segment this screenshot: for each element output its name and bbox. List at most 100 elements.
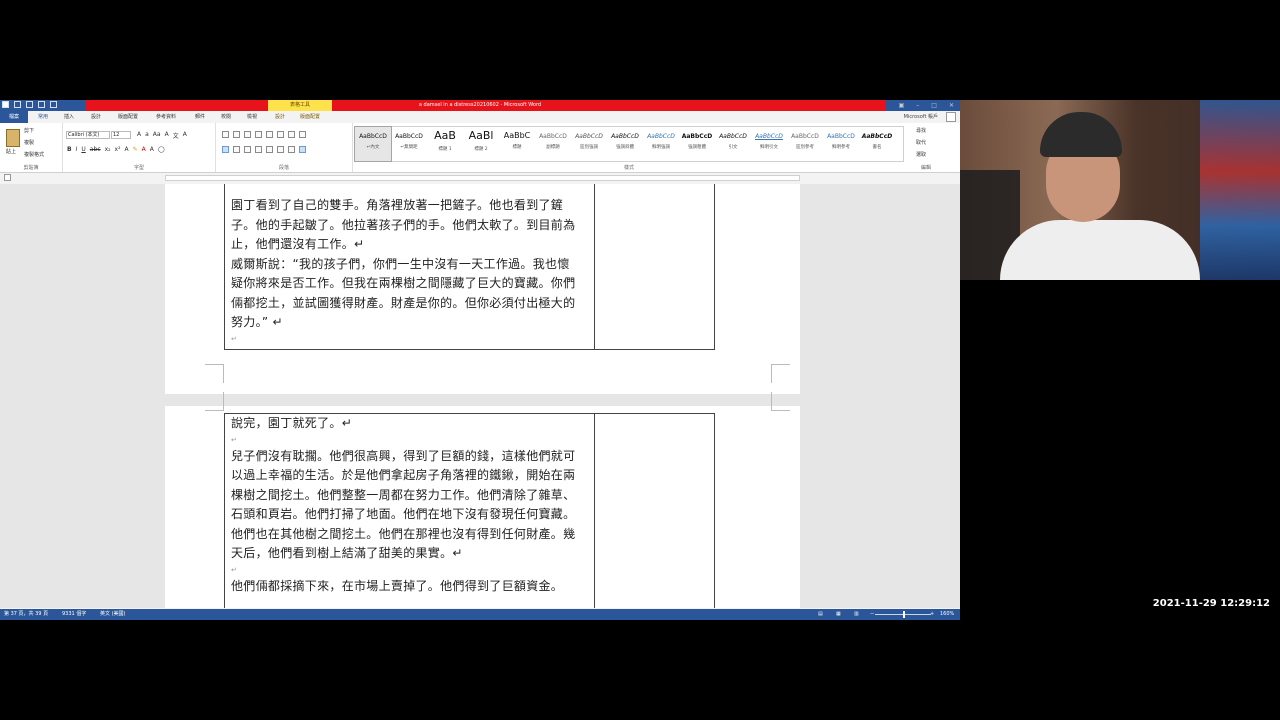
align-center-icon[interactable] [233, 146, 240, 153]
maximize-icon[interactable]: □ [931, 100, 937, 111]
find-button[interactable]: 尋找 [916, 127, 926, 134]
style-item[interactable]: AaBbCcD 書名 [859, 127, 895, 161]
select-button[interactable]: 選取 [916, 151, 926, 158]
style-item[interactable]: AaBbCcD 鮮明參考 [823, 127, 859, 161]
tab-view[interactable]: 檢視 [247, 111, 257, 123]
superscript-icon[interactable]: x² [115, 146, 121, 153]
numbering-icon[interactable] [233, 131, 240, 138]
asian-layout-icon[interactable] [277, 131, 284, 138]
shading-icon[interactable] [288, 146, 295, 153]
redo-icon[interactable] [50, 101, 57, 108]
highlight-icon[interactable]: ✎ [133, 146, 138, 153]
tab-references[interactable]: 參考資料 [156, 111, 176, 123]
borders-icon[interactable] [299, 146, 306, 153]
phonetic-guide-icon[interactable]: 文 [173, 131, 179, 140]
table-cell-text[interactable]: 園丁看到了自己的雙手。角落裡放著一把鏟子。他也看到了鏟子。他的手起皺了。他拉著孩… [231, 196, 581, 346]
web-layout-icon[interactable]: ▥ [854, 609, 859, 620]
style-item[interactable]: AaBl 標題 2 [463, 127, 499, 161]
clear-format-icon[interactable]: A [165, 131, 169, 140]
style-name: ↵無間距 [400, 145, 418, 150]
format-painter-button[interactable]: 複製格式 [24, 151, 44, 158]
multilevel-list-icon[interactable] [244, 131, 251, 138]
bold-icon[interactable]: B [67, 146, 72, 153]
word-count[interactable]: 9331 個字 [62, 609, 86, 620]
enclose-characters-icon[interactable]: ◯ [158, 146, 165, 153]
read-mode-icon[interactable]: ▤ [818, 609, 823, 620]
tab-file[interactable]: 檔案 [0, 111, 28, 123]
grow-font-icon[interactable]: A [137, 131, 141, 140]
style-item[interactable]: AaBbCcD 鮮明引文 [751, 127, 787, 161]
table[interactable]: 園丁看到了自己的雙手。角落裡放著一把鏟子。他也看到了鏟子。他的手起皺了。他拉著孩… [224, 184, 715, 350]
style-item[interactable]: AaBbCcD ↵內文 [354, 126, 392, 162]
style-item[interactable]: AaBbCcD 強調粗體 [679, 127, 715, 161]
minimize-icon[interactable]: – [916, 100, 919, 111]
replace-button[interactable]: 取代 [916, 139, 926, 146]
bullets-icon[interactable] [222, 131, 229, 138]
character-shading-icon[interactable]: A [150, 146, 154, 153]
style-name: 標題 2 [474, 147, 488, 152]
style-item[interactable]: AaBbCcD 鮮明強調 [643, 127, 679, 161]
tab-table-design[interactable]: 設計 [275, 111, 285, 123]
style-item[interactable]: AaBbCcD 強調斜體 [607, 127, 643, 161]
paste-button[interactable]: 貼上 [6, 148, 16, 155]
change-case-icon[interactable]: Aa [153, 131, 161, 140]
style-item[interactable]: AaBbCcD 區別參考 [787, 127, 823, 161]
decrease-indent-icon[interactable] [255, 131, 262, 138]
justify-icon[interactable] [255, 146, 262, 153]
font-name-select[interactable]: Calibri (本文) [66, 131, 110, 139]
tab-insert[interactable]: 插入 [64, 111, 74, 123]
paste-icon[interactable] [6, 129, 20, 147]
style-item[interactable]: AaBbC 標題 [499, 127, 535, 161]
table-cell-text[interactable]: 說完，園丁就死了。↵ ↵ 兒子們沒有耽擱。他們很高興，得到了巨額的錢，這樣他們就… [231, 414, 581, 596]
ruler-bar[interactable] [165, 175, 800, 181]
strikethrough-icon[interactable]: abc [90, 146, 101, 153]
undo-icon[interactable] [38, 101, 45, 108]
ribbon-tabs: 檔案 常用 插入 設計 版面配置 參考資料 郵件 校閱 檢視 設計 版面配置 M… [0, 111, 960, 124]
cut-button[interactable]: 剪下 [24, 127, 34, 134]
font-color-icon[interactable]: A [142, 146, 146, 153]
zoom-level[interactable]: 160% [940, 609, 954, 620]
font-size-select[interactable]: 12 [111, 131, 131, 139]
document-area[interactable]: 園丁看到了自己的雙手。角落裡放著一把鏟子。他也看到了鏟子。他的手起皺了。他拉著孩… [0, 184, 960, 608]
page-count[interactable]: 第 37 頁，共 39 頁 [4, 609, 48, 620]
language-indicator[interactable]: 英文 (美國) [100, 609, 126, 620]
style-item[interactable]: AaB 標題 1 [427, 127, 463, 161]
style-name: 引文 [728, 145, 738, 150]
style-item[interactable]: AaBbCcD 區別強調 [571, 127, 607, 161]
sort-icon[interactable] [288, 131, 295, 138]
style-item[interactable]: AaBbCcD 引文 [715, 127, 751, 161]
style-item[interactable]: AaBbCcD ↵無間距 [391, 127, 427, 161]
tab-design[interactable]: 設計 [91, 111, 101, 123]
underline-icon[interactable]: U [81, 146, 85, 153]
new-document-icon[interactable] [26, 101, 33, 108]
shrink-font-icon[interactable]: a [145, 131, 149, 140]
character-border-icon[interactable]: A [183, 131, 187, 140]
italic-icon[interactable]: I [76, 146, 78, 153]
table[interactable]: 說完，園丁就死了。↵ ↵ 兒子們沒有耽擱。他們很高興，得到了巨額的錢，這樣他們就… [224, 413, 715, 608]
zoom-slider-thumb[interactable] [903, 611, 905, 618]
style-preview: AaBbCcD [611, 133, 639, 140]
tab-review[interactable]: 校閱 [221, 111, 231, 123]
zoom-in-icon[interactable]: + [930, 609, 934, 620]
print-layout-icon[interactable]: ▦ [836, 609, 841, 620]
tab-table-layout[interactable]: 版面配置 [300, 111, 320, 123]
style-item[interactable]: AaBbCcD 副標題 [535, 127, 571, 161]
subscript-icon[interactable]: x₂ [105, 146, 111, 153]
show-marks-icon[interactable] [299, 131, 306, 138]
ribbon-display-icon[interactable]: ▣ [899, 100, 905, 111]
zoom-out-icon[interactable]: − [870, 609, 874, 620]
account-avatar[interactable] [946, 112, 956, 122]
tab-layout[interactable]: 版面配置 [118, 111, 138, 123]
account-name[interactable]: Microsoft 帳戶 [904, 111, 938, 123]
close-icon[interactable]: ✕ [949, 100, 954, 111]
distributed-icon[interactable] [266, 146, 273, 153]
increase-indent-icon[interactable] [266, 131, 273, 138]
tab-selector[interactable] [4, 174, 11, 181]
tab-mailings[interactable]: 郵件 [195, 111, 205, 123]
line-spacing-icon[interactable] [277, 146, 284, 153]
copy-button[interactable]: 複製 [24, 139, 34, 146]
save-icon[interactable] [14, 101, 21, 108]
align-left-icon[interactable] [222, 146, 229, 153]
text-effects-icon[interactable]: A [125, 146, 129, 153]
align-right-icon[interactable] [244, 146, 251, 153]
